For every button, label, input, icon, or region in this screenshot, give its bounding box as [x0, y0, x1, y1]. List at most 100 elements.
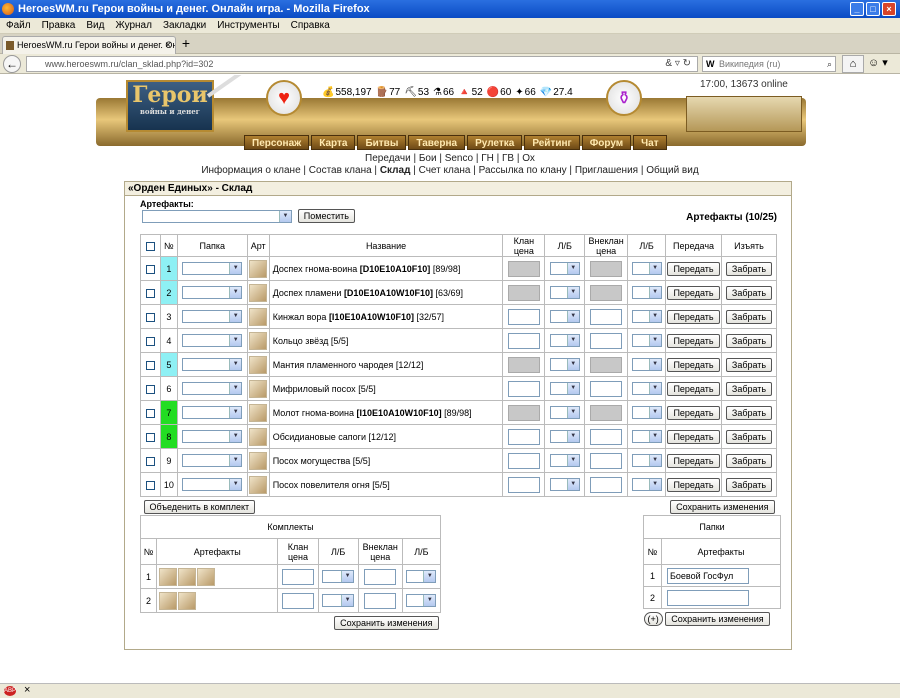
set-ext-price-input[interactable]: [364, 568, 397, 585]
nav-button[interactable]: Рулетка: [467, 135, 523, 150]
search-icon[interactable]: ⌕: [827, 57, 832, 71]
subnav-link[interactable]: Общий вид: [646, 165, 698, 176]
set-clan-price-input[interactable]: [282, 592, 314, 609]
ext-price-input[interactable]: [590, 332, 623, 349]
lb2-select[interactable]: ▼: [631, 358, 662, 371]
artifact-name[interactable]: Кинжал вора [I10E10A10W10F10] [32/57]: [268, 304, 504, 329]
withdraw-button[interactable]: Забрать: [725, 261, 773, 276]
subnav-link[interactable]: Рассылка по клану: [479, 165, 567, 176]
transfer-button[interactable]: Передать: [667, 309, 720, 324]
search-input[interactable]: W Википедия (ru) ⌕: [702, 56, 836, 72]
flame-armor-icon[interactable]: [178, 567, 197, 586]
ext-price-input[interactable]: [590, 428, 623, 445]
transfer-button[interactable]: Передать: [667, 453, 720, 468]
boots-icon[interactable]: [249, 427, 268, 446]
artifact-name[interactable]: Мантия пламенного чародея [12/12]: [268, 352, 504, 377]
subnav-link[interactable]: ГН: [481, 153, 494, 164]
set-lb-select[interactable]: ▼: [322, 570, 355, 583]
folder-select[interactable]: ▼: [182, 406, 243, 419]
nav-button[interactable]: Чат: [633, 135, 667, 150]
ext-price-input[interactable]: [590, 380, 623, 397]
row-checkbox[interactable]: [145, 312, 155, 322]
withdraw-button[interactable]: Забрать: [725, 381, 773, 396]
menu-item[interactable]: Правка: [42, 20, 76, 31]
withdraw-button[interactable]: Забрать: [725, 285, 773, 300]
ring-icon[interactable]: [249, 331, 268, 350]
artifact-name[interactable]: Посох повелителя огня [5/5]: [268, 472, 504, 497]
transfer-button[interactable]: Передать: [667, 381, 720, 396]
combine-set-button[interactable]: Объеденить в комплект: [143, 499, 256, 514]
transfer-button[interactable]: Передать: [667, 285, 720, 300]
ext-price-input[interactable]: [590, 284, 623, 301]
statusbar-close-icon[interactable]: ×: [24, 684, 30, 696]
folder-name-input[interactable]: Боевой ГосФул: [667, 567, 749, 584]
ext-price-input[interactable]: [590, 260, 623, 277]
menu-item[interactable]: Файл: [6, 20, 31, 31]
lb2-select[interactable]: ▼: [631, 430, 662, 443]
row-checkbox[interactable]: [145, 432, 155, 442]
lb2-select[interactable]: ▼: [631, 406, 662, 419]
ext-price-input[interactable]: [590, 476, 623, 493]
staff-icon[interactable]: [249, 379, 268, 398]
lb-select[interactable]: ▼: [549, 334, 580, 347]
transfer-button[interactable]: Передать: [667, 261, 720, 276]
game-logo[interactable]: Герои войны и денег: [126, 80, 214, 132]
close-window-button[interactable]: ×: [882, 2, 896, 16]
lb-select[interactable]: ▼: [549, 478, 580, 491]
subnav-link[interactable]: Бои: [419, 153, 437, 164]
nav-button[interactable]: Таверна: [408, 135, 466, 150]
set-lb2-select[interactable]: ▼: [406, 594, 437, 607]
folder-select[interactable]: ▼: [182, 430, 243, 443]
home-button[interactable]: ⌂: [842, 55, 864, 73]
lb2-select[interactable]: ▼: [631, 286, 662, 299]
withdraw-button[interactable]: Забрать: [725, 477, 773, 492]
artifact-name[interactable]: Молот гнома-воина [I10E10A10W10F10] [89/…: [268, 400, 504, 425]
subnav-link[interactable]: ГВ: [502, 153, 514, 164]
withdraw-button[interactable]: Забрать: [725, 333, 773, 348]
mantle-icon[interactable]: [197, 567, 216, 586]
armor-icon[interactable]: [249, 259, 268, 278]
row-checkbox[interactable]: [145, 408, 155, 418]
artifact-name[interactable]: Доспех гнома-воина [D10E10A10F10] [89/98…: [268, 256, 504, 281]
folder-select[interactable]: ▼: [182, 286, 243, 299]
lb-select[interactable]: ▼: [549, 382, 580, 395]
withdraw-button[interactable]: Забрать: [725, 309, 773, 324]
folder-select[interactable]: ▼: [182, 334, 243, 347]
lb2-select[interactable]: ▼: [631, 262, 662, 275]
lb-select[interactable]: ▼: [549, 262, 580, 275]
place-button[interactable]: Поместить: [297, 209, 355, 223]
subnav-link[interactable]: Приглашения: [575, 165, 638, 176]
lb2-select[interactable]: ▼: [631, 310, 662, 323]
menu-item[interactable]: Инструменты: [217, 20, 279, 31]
artifact-name[interactable]: Мифриловый посох [5/5]: [268, 376, 504, 401]
minimize-button[interactable]: _: [850, 2, 864, 16]
lb-select[interactable]: ▼: [549, 406, 580, 419]
withdraw-button[interactable]: Забрать: [725, 453, 773, 468]
row-checkbox[interactable]: [145, 336, 155, 346]
clan-price-input[interactable]: [507, 308, 540, 325]
menu-item[interactable]: Закладки: [163, 20, 206, 31]
clan-price-input[interactable]: [507, 380, 540, 397]
lb2-select[interactable]: ▼: [631, 454, 662, 467]
row-checkbox[interactable]: [145, 288, 155, 298]
maximize-button[interactable]: □: [866, 2, 880, 16]
tab-close-icon[interactable]: ×: [165, 37, 171, 54]
transfer-button[interactable]: Передать: [667, 357, 720, 372]
menu-item[interactable]: Вид: [86, 20, 104, 31]
nav-button[interactable]: Персонаж: [244, 135, 310, 150]
flame-armor-icon[interactable]: [249, 283, 268, 302]
artifact-name[interactable]: Посох могущества [5/5]: [268, 448, 504, 473]
folder-select[interactable]: ▼: [182, 382, 243, 395]
heart-icon[interactable]: ♥: [266, 80, 302, 116]
clan-price-input[interactable]: [507, 476, 540, 493]
fire-staff-icon[interactable]: [249, 475, 268, 494]
url-bar[interactable]: www.heroeswm.ru/clan_sklad.php?id=302 & …: [26, 56, 698, 72]
lb2-select[interactable]: ▼: [631, 382, 662, 395]
subnav-link[interactable]: Состав клана: [309, 165, 372, 176]
armor-icon[interactable]: [159, 567, 178, 586]
withdraw-button[interactable]: Забрать: [725, 357, 773, 372]
back-button[interactable]: ←: [3, 55, 21, 73]
ext-price-input[interactable]: [590, 452, 623, 469]
abp-icon[interactable]: ABP: [4, 686, 16, 696]
row-checkbox[interactable]: [145, 360, 155, 370]
